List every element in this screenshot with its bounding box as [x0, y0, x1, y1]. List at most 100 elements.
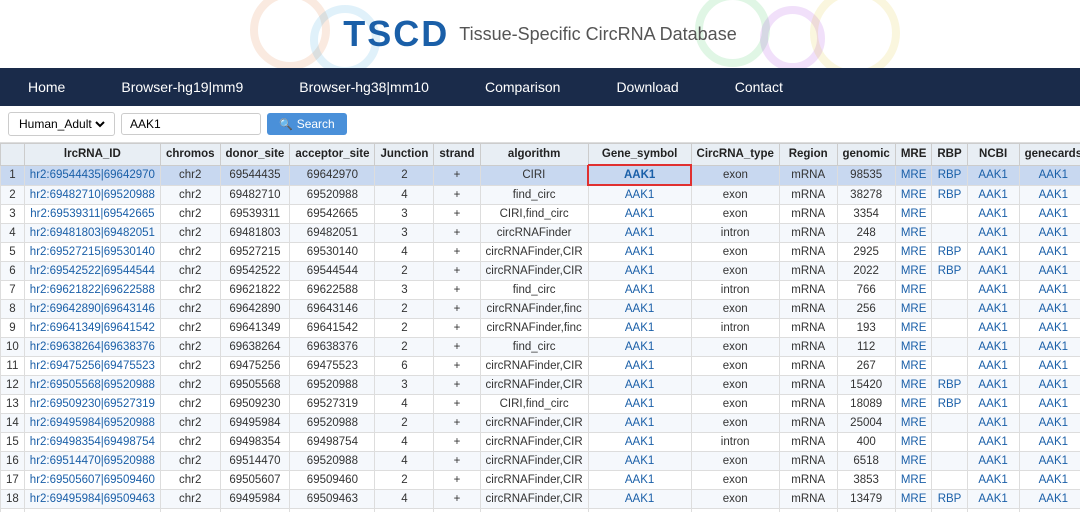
row-mre[interactable]: MRE — [895, 165, 932, 185]
row-id[interactable]: hr2:69505607|69509460 — [24, 471, 160, 490]
row-genecards[interactable]: AAK1 — [1019, 338, 1080, 357]
row-mre[interactable]: MRE — [895, 395, 932, 414]
row-gene[interactable]: AAK1 — [588, 165, 691, 185]
row-genecards[interactable]: AAK1 — [1019, 490, 1080, 509]
row-id[interactable]: hr2:69482710|69520988 — [24, 185, 160, 205]
nav-contact[interactable]: Contact — [707, 68, 811, 106]
row-ncbi[interactable]: AAK1 — [967, 300, 1019, 319]
row-ncbi[interactable]: AAK1 — [967, 433, 1019, 452]
row-gene[interactable]: AAK1,RP11-427H — [588, 509, 691, 513]
row-id[interactable]: hr2:69498354|69498754 — [24, 433, 160, 452]
row-mre[interactable]: MRE — [895, 243, 932, 262]
row-mre[interactable]: MRE — [895, 338, 932, 357]
row-gene[interactable]: AAK1 — [588, 338, 691, 357]
row-id[interactable]: hr2:69542522|69544544 — [24, 262, 160, 281]
row-genecards[interactable]: AAK1 — [1019, 319, 1080, 338]
row-mre[interactable]: MRE — [895, 300, 932, 319]
row-rbp[interactable]: RBP — [932, 165, 967, 185]
row-gene[interactable]: AAK1 — [588, 376, 691, 395]
row-gene[interactable]: AAK1 — [588, 433, 691, 452]
row-id[interactable]: hr2:69544435|69642970 — [24, 165, 160, 185]
row-id[interactable]: hr2:69514470|69520988 — [24, 452, 160, 471]
row-mre[interactable]: MRE — [895, 414, 932, 433]
row-id[interactable]: hr2:69458068|69459526 — [24, 509, 160, 513]
row-rbp[interactable]: RBP — [932, 262, 967, 281]
row-gene[interactable]: AAK1 — [588, 414, 691, 433]
row-mre[interactable]: MRE — [895, 509, 932, 513]
row-rbp[interactable]: RBP — [932, 185, 967, 205]
row-genecards[interactable]: AAK1 — [1019, 185, 1080, 205]
row-gene[interactable]: AAK1 — [588, 471, 691, 490]
row-id[interactable]: hr2:69638264|69638376 — [24, 338, 160, 357]
row-genecards[interactable]: AAK1 — [1019, 414, 1080, 433]
row-genecards[interactable]: AAK1 — [1019, 262, 1080, 281]
row-rbp[interactable]: RBP — [932, 243, 967, 262]
row-genecards[interactable]: AAK1 — [1019, 433, 1080, 452]
row-mre[interactable]: MRE — [895, 319, 932, 338]
row-ncbi[interactable]: AAK1 — [967, 490, 1019, 509]
row-ncbi[interactable]: AAK1 — [967, 281, 1019, 300]
row-genecards[interactable]: AAK1 — [1019, 452, 1080, 471]
row-ncbi[interactable]: AAK1 — [967, 357, 1019, 376]
row-mre[interactable]: MRE — [895, 185, 932, 205]
row-id[interactable]: hr2:69527215|69530140 — [24, 243, 160, 262]
row-gene[interactable]: AAK1 — [588, 357, 691, 376]
row-genecards[interactable]: AAK1 — [1019, 300, 1080, 319]
row-mre[interactable]: MRE — [895, 433, 932, 452]
row-id[interactable]: hr2:69642890|69643146 — [24, 300, 160, 319]
row-gene[interactable]: AAK1 — [588, 185, 691, 205]
row-gene[interactable]: AAK1 — [588, 281, 691, 300]
nav-browser-hg19[interactable]: Browser-hg19|mm9 — [93, 68, 271, 106]
row-ncbi[interactable]: AAK1 — [967, 205, 1019, 224]
species-select-box[interactable]: Human_Adult Human_Fetal Mouse_Adult Mous… — [8, 112, 115, 136]
row-genecards[interactable]: AAK1 — [1019, 471, 1080, 490]
row-mre[interactable]: MRE — [895, 452, 932, 471]
row-genecards[interactable]: AAK1 — [1019, 281, 1080, 300]
row-gene[interactable]: AAK1 — [588, 224, 691, 243]
row-gene[interactable]: AAK1 — [588, 319, 691, 338]
row-gene[interactable]: AAK1 — [588, 300, 691, 319]
row-mre[interactable]: MRE — [895, 376, 932, 395]
row-ncbi[interactable]: AAK1 — [967, 395, 1019, 414]
row-ncbi[interactable]: AAK1 — [967, 185, 1019, 205]
row-genecards[interactable]: AAK1 — [1019, 376, 1080, 395]
row-mre[interactable]: MRE — [895, 224, 932, 243]
row-id[interactable]: hr2:69495984|69509463 — [24, 490, 160, 509]
row-gene[interactable]: AAK1 — [588, 395, 691, 414]
nav-download[interactable]: Download — [588, 68, 706, 106]
row-id[interactable]: hr2:69481803|69482051 — [24, 224, 160, 243]
row-gene[interactable]: AAK1 — [588, 205, 691, 224]
search-button[interactable]: 🔍 Search — [267, 113, 347, 135]
nav-home[interactable]: Home — [0, 68, 93, 106]
row-ncbi[interactable]: AAK1 — [967, 165, 1019, 185]
search-input[interactable] — [121, 113, 261, 135]
row-ncbi[interactable]: AAK1,R — [967, 509, 1019, 513]
row-mre[interactable]: MRE — [895, 205, 932, 224]
row-ncbi[interactable]: AAK1 — [967, 224, 1019, 243]
row-gene[interactable]: AAK1 — [588, 262, 691, 281]
row-id[interactable]: hr2:69495984|69520988 — [24, 414, 160, 433]
row-gene[interactable]: AAK1 — [588, 452, 691, 471]
row-mre[interactable]: MRE — [895, 262, 932, 281]
species-select[interactable]: Human_Adult Human_Fetal Mouse_Adult Mous… — [15, 116, 108, 132]
row-rbp[interactable]: RBP — [932, 376, 967, 395]
row-genecards[interactable]: AAK1 — [1019, 243, 1080, 262]
row-mre[interactable]: MRE — [895, 281, 932, 300]
nav-browser-hg38[interactable]: Browser-hg38|mm10 — [271, 68, 457, 106]
row-mre[interactable]: MRE — [895, 471, 932, 490]
row-rbp[interactable]: RBP — [932, 490, 967, 509]
row-id[interactable]: hr2:69539311|69542665 — [24, 205, 160, 224]
row-ncbi[interactable]: AAK1 — [967, 243, 1019, 262]
row-id[interactable]: hr2:69475256|69475523 — [24, 357, 160, 376]
row-genecards[interactable]: AAK1 — [1019, 224, 1080, 243]
row-ncbi[interactable]: AAK1 — [967, 338, 1019, 357]
row-ncbi[interactable]: AAK1 — [967, 414, 1019, 433]
row-genecards[interactable]: AAK1 — [1019, 165, 1080, 185]
row-ncbi[interactable]: AAK1 — [967, 471, 1019, 490]
row-ncbi[interactable]: AAK1 — [967, 262, 1019, 281]
row-id[interactable]: hr2:69621822|69622588 — [24, 281, 160, 300]
row-ncbi[interactable]: AAK1 — [967, 319, 1019, 338]
row-id[interactable]: hr2:69641349|69641542 — [24, 319, 160, 338]
row-mre[interactable]: MRE — [895, 357, 932, 376]
row-genecards[interactable]: AAK1 — [1019, 357, 1080, 376]
